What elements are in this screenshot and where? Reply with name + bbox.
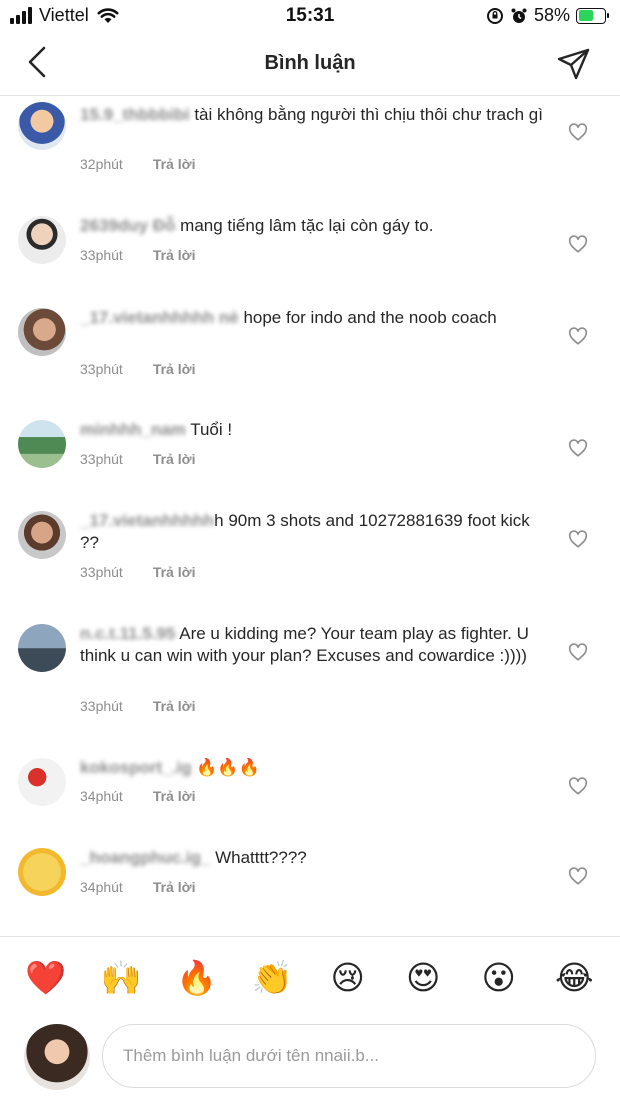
header: Bình luận xyxy=(0,34,620,96)
reaction-heart-eyes[interactable]: 😍 xyxy=(399,958,447,998)
comment-username[interactable]: minhhh_nam xyxy=(80,420,186,439)
comment-text: 🔥🔥🔥 xyxy=(196,758,260,777)
heart-icon[interactable] xyxy=(568,867,588,885)
reply-button[interactable]: Trả lời xyxy=(153,451,196,467)
comment-text: tài không bằng người thì chịu thôi chư t… xyxy=(194,105,543,124)
comment-time: 33phút xyxy=(80,564,123,580)
avatar[interactable] xyxy=(18,308,66,356)
reaction-heart[interactable]: ❤️ xyxy=(22,958,70,998)
paper-plane-icon xyxy=(557,48,590,80)
avatar[interactable] xyxy=(18,420,66,468)
comment-text: mang tiếng lâm tặc lại còn gáy to. xyxy=(180,216,434,235)
reply-button[interactable]: Trả lời xyxy=(153,788,196,804)
heart-icon[interactable] xyxy=(568,123,588,141)
avatar[interactable] xyxy=(18,848,66,896)
reply-button[interactable]: Trả lời xyxy=(153,698,196,714)
comment-time: 34phút xyxy=(80,879,123,895)
reply-button[interactable]: Trả lời xyxy=(153,156,196,172)
battery-percent: 58% xyxy=(533,5,570,25)
comment-username[interactable]: _17.vietanhhhhh xyxy=(80,511,214,530)
orientation-lock-icon xyxy=(486,7,503,24)
comment-input[interactable] xyxy=(102,1024,596,1088)
heart-icon[interactable] xyxy=(568,530,588,548)
comment-text: Tuổi ! xyxy=(190,420,233,439)
comment-username[interactable]: 2639duy Đỗ xyxy=(80,216,175,235)
page-title: Bình luận xyxy=(264,52,356,74)
reply-button[interactable]: Trả lời xyxy=(153,564,196,580)
avatar[interactable] xyxy=(18,511,66,559)
reaction-clap[interactable]: 👏 xyxy=(248,958,296,998)
avatar[interactable] xyxy=(18,624,66,672)
reaction-raised-hands[interactable]: 🙌 xyxy=(97,958,145,998)
comment-time: 33phút xyxy=(80,361,123,377)
avatar[interactable] xyxy=(18,216,66,264)
battery-level xyxy=(578,10,593,21)
status-bar: Viettel 15:31 58% xyxy=(0,0,620,34)
comment-text: hope for indo and the noob coach xyxy=(243,308,497,327)
heart-icon[interactable] xyxy=(568,327,588,345)
comment-time: 33phút xyxy=(80,247,123,263)
reply-button[interactable]: Trả lời xyxy=(153,879,196,895)
heart-icon[interactable] xyxy=(568,439,588,457)
reaction-crying[interactable]: 😢 xyxy=(324,958,372,998)
heart-icon[interactable] xyxy=(568,643,588,661)
reaction-laughing[interactable]: 😂 xyxy=(550,958,598,998)
comment-username[interactable]: 15.9_thbbbibi xyxy=(80,105,190,124)
comment-time: 33phút xyxy=(80,451,123,467)
reply-button[interactable]: Trả lời xyxy=(153,247,196,263)
alarm-icon xyxy=(511,8,527,23)
heart-icon[interactable] xyxy=(568,777,588,795)
comment-composer xyxy=(0,1018,620,1102)
quick-reaction-bar: ❤️ 🙌 🔥 👏 😢 😍 😮 😂 xyxy=(0,936,620,1018)
avatar[interactable] xyxy=(18,102,66,150)
comment-time: 32phút xyxy=(80,156,123,172)
share-button[interactable] xyxy=(556,46,592,82)
comment-username[interactable]: _hoangphuc.ig_ xyxy=(80,848,210,867)
comment-time: 34phút xyxy=(80,788,123,804)
comment-username[interactable]: kokosport_.ig xyxy=(80,758,191,777)
reaction-fire[interactable]: 🔥 xyxy=(173,958,221,998)
avatar[interactable] xyxy=(18,758,66,806)
battery-icon xyxy=(576,7,609,24)
heart-icon[interactable] xyxy=(568,235,588,253)
reply-button[interactable]: Trả lời xyxy=(153,361,196,377)
reaction-surprised[interactable]: 😮 xyxy=(475,958,523,998)
comment-username[interactable]: _17.vietanhhhhh nè xyxy=(80,308,239,327)
comment-username[interactable]: n.c.t.11.5.95 xyxy=(80,624,175,643)
comment-text: Whatttt???? xyxy=(215,848,307,867)
my-avatar xyxy=(24,1024,90,1090)
comment-time: 33phút xyxy=(80,698,123,714)
